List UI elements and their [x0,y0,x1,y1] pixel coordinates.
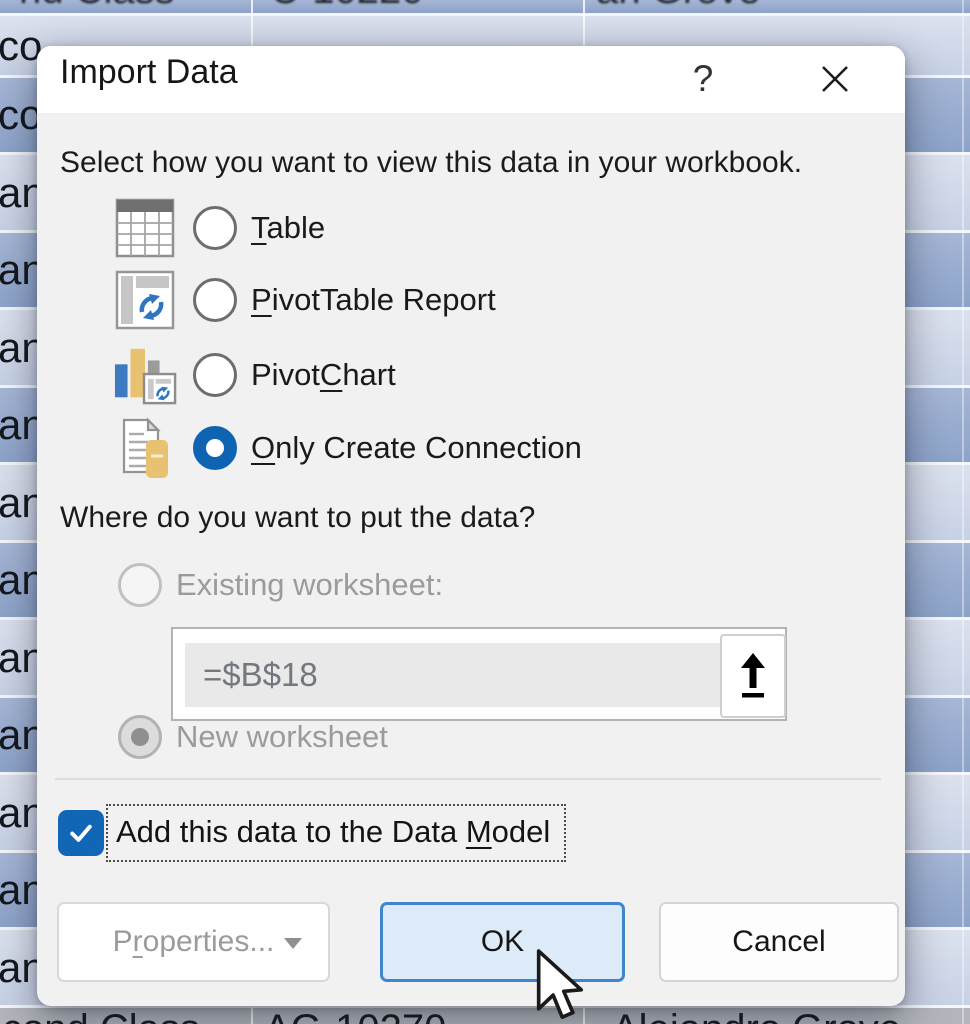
help-icon: ? [693,58,714,100]
sheet-cell: cond Class [2,1009,200,1024]
column-gridline [962,0,964,1024]
dialog-title: Import Data [60,53,238,92]
range-reference-value: =$B$18 [203,656,318,694]
dialog-titlebar: Import Data ? [37,46,905,113]
close-icon [819,63,851,95]
sheet-cell: nd Class [19,0,175,10]
table-icon [113,196,177,260]
properties-button: Properties... [57,902,330,982]
option-row-table: Table [113,196,325,260]
radio-existing-worksheet [118,563,162,607]
option-row-connection: Only Create Connection [113,416,582,480]
sheet-cell: AG-10270 [264,1009,446,1024]
option-row-pivotchart: PivotChart [113,343,396,407]
radio-pivottable[interactable] [193,278,237,322]
ok-button-label: OK [481,925,524,959]
sheet-cell: an Grove [596,0,761,10]
sheet-cell: co [0,94,42,136]
properties-button-label: Properties... [113,925,275,959]
existing-worksheet-label: Existing worksheet: [176,567,443,603]
range-reference-field: =$B$18 [171,627,787,721]
pivottable-icon [113,268,177,332]
option-label-pivottable[interactable]: PivotTable Report [251,282,496,318]
sheet-cell: C-10220 [270,0,423,10]
option-label-connection[interactable]: Only Create Connection [251,430,582,466]
data-model-label[interactable]: Add this data to the Data Model [116,814,550,850]
new-worksheet-label: New worksheet [176,719,388,755]
close-button[interactable] [799,50,871,108]
collapse-arrow-icon [738,651,768,701]
radio-pivotchart[interactable] [193,353,237,397]
existing-worksheet-row: Existing worksheet: [118,560,443,610]
radio-only-create-connection[interactable] [193,426,237,470]
where-prompt-label: Where do you want to put the data? [60,501,535,535]
option-label-table[interactable]: Table [251,210,325,246]
connection-documents-icon [113,416,177,480]
collapse-dialog-button[interactable] [720,634,786,718]
sheet-cell: Alejandro Grove [612,1009,901,1024]
radio-new-worksheet [118,715,162,759]
sheet-row: cond Class AG-10270 Alejandro Grove [0,1008,970,1024]
pivotchart-icon [113,343,177,407]
option-row-pivottable: PivotTable Report [113,268,496,332]
view-prompt-label: Select how you want to view this data in… [60,146,802,180]
range-reference-input[interactable]: =$B$18 [185,643,771,707]
screenshot-stage: nd Class C-10220 an Grove co co an an an… [0,0,970,1024]
sheet-row: nd Class C-10220 an Grove [0,0,970,13]
data-model-checkbox[interactable] [58,810,104,856]
option-label-pivotchart[interactable]: PivotChart [251,357,396,393]
radio-table[interactable] [193,206,237,250]
cancel-button[interactable]: Cancel [659,902,899,982]
data-model-label-focus-rect: Add this data to the Data Model [106,804,566,862]
cancel-button-label: Cancel [732,925,825,959]
section-divider [55,778,881,780]
import-data-dialog: Import Data ? Select how you want to vie… [37,46,905,1006]
properties-dropdown-caret-icon [284,938,302,949]
help-button[interactable]: ? [673,50,733,108]
mouse-cursor-icon [531,948,595,1024]
checkmark-icon [66,818,96,848]
sheet-cell: co [0,25,42,67]
new-worksheet-row: New worksheet [118,712,388,762]
data-model-row: Add this data to the Data Model [58,802,566,864]
